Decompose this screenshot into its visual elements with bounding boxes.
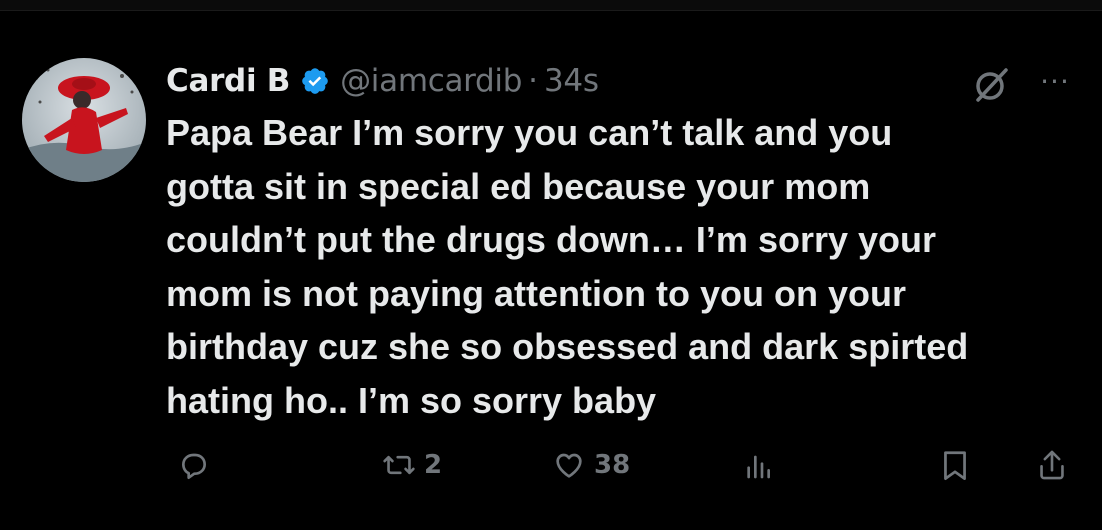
avatar[interactable] — [22, 58, 146, 182]
verified-badge-icon — [300, 66, 330, 96]
retweet-button[interactable]: 2 — [382, 440, 442, 490]
grok-icon[interactable] — [970, 64, 1012, 106]
analytics-icon — [742, 449, 774, 481]
retweet-icon — [382, 449, 416, 481]
author-name[interactable]: Cardi B — [166, 63, 290, 99]
bookmark-button[interactable] — [940, 440, 970, 490]
heart-icon — [552, 449, 586, 481]
tweet-header: Cardi B @iamcardib · 34s — [166, 56, 599, 106]
bookmark-icon — [940, 448, 970, 482]
retweet-count: 2 — [424, 450, 443, 480]
views-button[interactable] — [742, 440, 774, 490]
tweet-text: Papa Bear I’m sorry you can’t talk and y… — [166, 112, 969, 421]
like-button[interactable]: 38 — [552, 440, 630, 490]
share-button[interactable] — [1036, 440, 1068, 490]
header-separator: · — [528, 63, 538, 99]
share-icon — [1036, 448, 1068, 482]
avatar-image — [22, 58, 146, 182]
reply-button[interactable] — [178, 440, 218, 490]
like-count: 38 — [594, 450, 631, 480]
timestamp[interactable]: 34s — [544, 63, 599, 99]
reply-icon — [178, 449, 210, 481]
more-icon[interactable]: ··· — [1032, 65, 1078, 98]
tweet-card[interactable]: Cardi B @iamcardib · 34s ··· Papa Bear I… — [0, 0, 1102, 530]
author-handle[interactable]: @iamcardib — [340, 63, 522, 99]
action-bar: 2 38 — [0, 440, 1102, 490]
